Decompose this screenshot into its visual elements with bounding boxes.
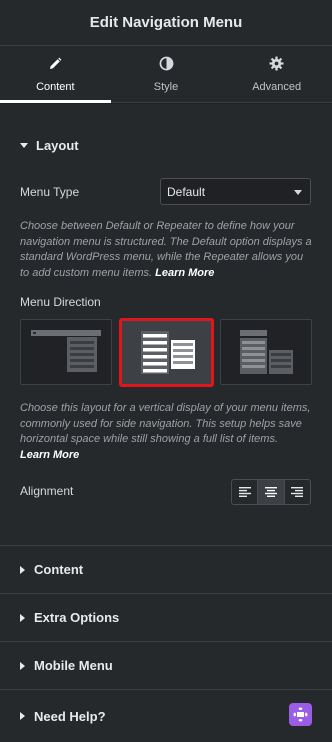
menu-type-label: Menu Type — [20, 185, 80, 199]
menu-type-select[interactable]: Default — [160, 178, 311, 205]
chevron-down-icon — [294, 190, 302, 195]
menu-direction-vertical-option[interactable] — [119, 318, 214, 387]
panel-header: Edit Navigation Menu — [0, 0, 332, 46]
mobile-menu-section-toggle[interactable]: Mobile Menu — [0, 642, 332, 690]
extra-options-section-title: Extra Options — [34, 610, 120, 625]
layout-section-toggle[interactable]: Layout — [20, 138, 79, 153]
menu-direction-help-text: Choose this layout for a vertical displa… — [20, 402, 311, 445]
caret-down-icon — [20, 143, 28, 148]
menu-direction-help: Choose this layout for a vertical displa… — [20, 401, 314, 463]
menu-direction-dropdown-option[interactable] — [220, 319, 312, 385]
caret-right-icon — [20, 565, 25, 574]
align-center-icon — [264, 487, 277, 497]
tab-style-label: Style — [153, 80, 179, 93]
caret-right-icon — [20, 712, 25, 720]
content-section-title: Content — [34, 562, 84, 577]
align-left-button[interactable] — [232, 480, 257, 504]
caret-right-icon — [20, 661, 25, 670]
panel-tabs: Content Style Advanced — [0, 46, 332, 103]
align-right-icon — [291, 487, 304, 497]
gear-icon — [269, 56, 285, 72]
alignment-label: Alignment — [20, 484, 74, 498]
menu-type-learn-more-link[interactable]: Learn More — [155, 267, 214, 279]
mobile-menu-section-title: Mobile Menu — [34, 658, 113, 673]
contrast-icon — [158, 56, 174, 72]
brand-logo-icon — [289, 703, 312, 726]
menu-type-help: Choose between Default or Repeater to de… — [20, 219, 314, 281]
vertical-dropdown-layout-icon — [240, 330, 293, 374]
tab-style[interactable]: Style — [111, 46, 222, 102]
extra-options-section-toggle[interactable]: Extra Options — [0, 594, 332, 642]
layout-section-title: Layout — [36, 138, 79, 153]
alignment-control — [231, 479, 311, 505]
content-section-toggle[interactable]: Content — [0, 546, 332, 594]
vertical-layout-icon — [141, 331, 195, 374]
need-help-section-toggle[interactable]: Need Help? — [0, 690, 332, 742]
tab-advanced[interactable]: Advanced — [221, 46, 332, 102]
menu-direction-label: Menu Direction — [20, 295, 101, 309]
menu-direction-horizontal-option[interactable] — [20, 319, 112, 385]
align-left-icon — [238, 487, 251, 497]
pencil-icon — [47, 56, 63, 72]
need-help-section-title: Need Help? — [34, 708, 106, 724]
align-right-button[interactable] — [283, 480, 310, 504]
panel-title: Edit Navigation Menu — [89, 14, 243, 31]
tab-advanced-label: Advanced — [252, 80, 302, 93]
menu-type-value: Default — [167, 184, 206, 199]
menu-direction-learn-more-link[interactable]: Learn More — [20, 449, 79, 461]
align-center-button[interactable] — [257, 480, 284, 504]
caret-right-icon — [20, 613, 25, 622]
tab-content-label: Content — [36, 80, 75, 93]
layout-section: Layout Menu Type Default Choose between … — [0, 104, 332, 546]
tab-content[interactable]: Content — [0, 46, 111, 103]
horizontal-layout-icon — [31, 330, 101, 372]
